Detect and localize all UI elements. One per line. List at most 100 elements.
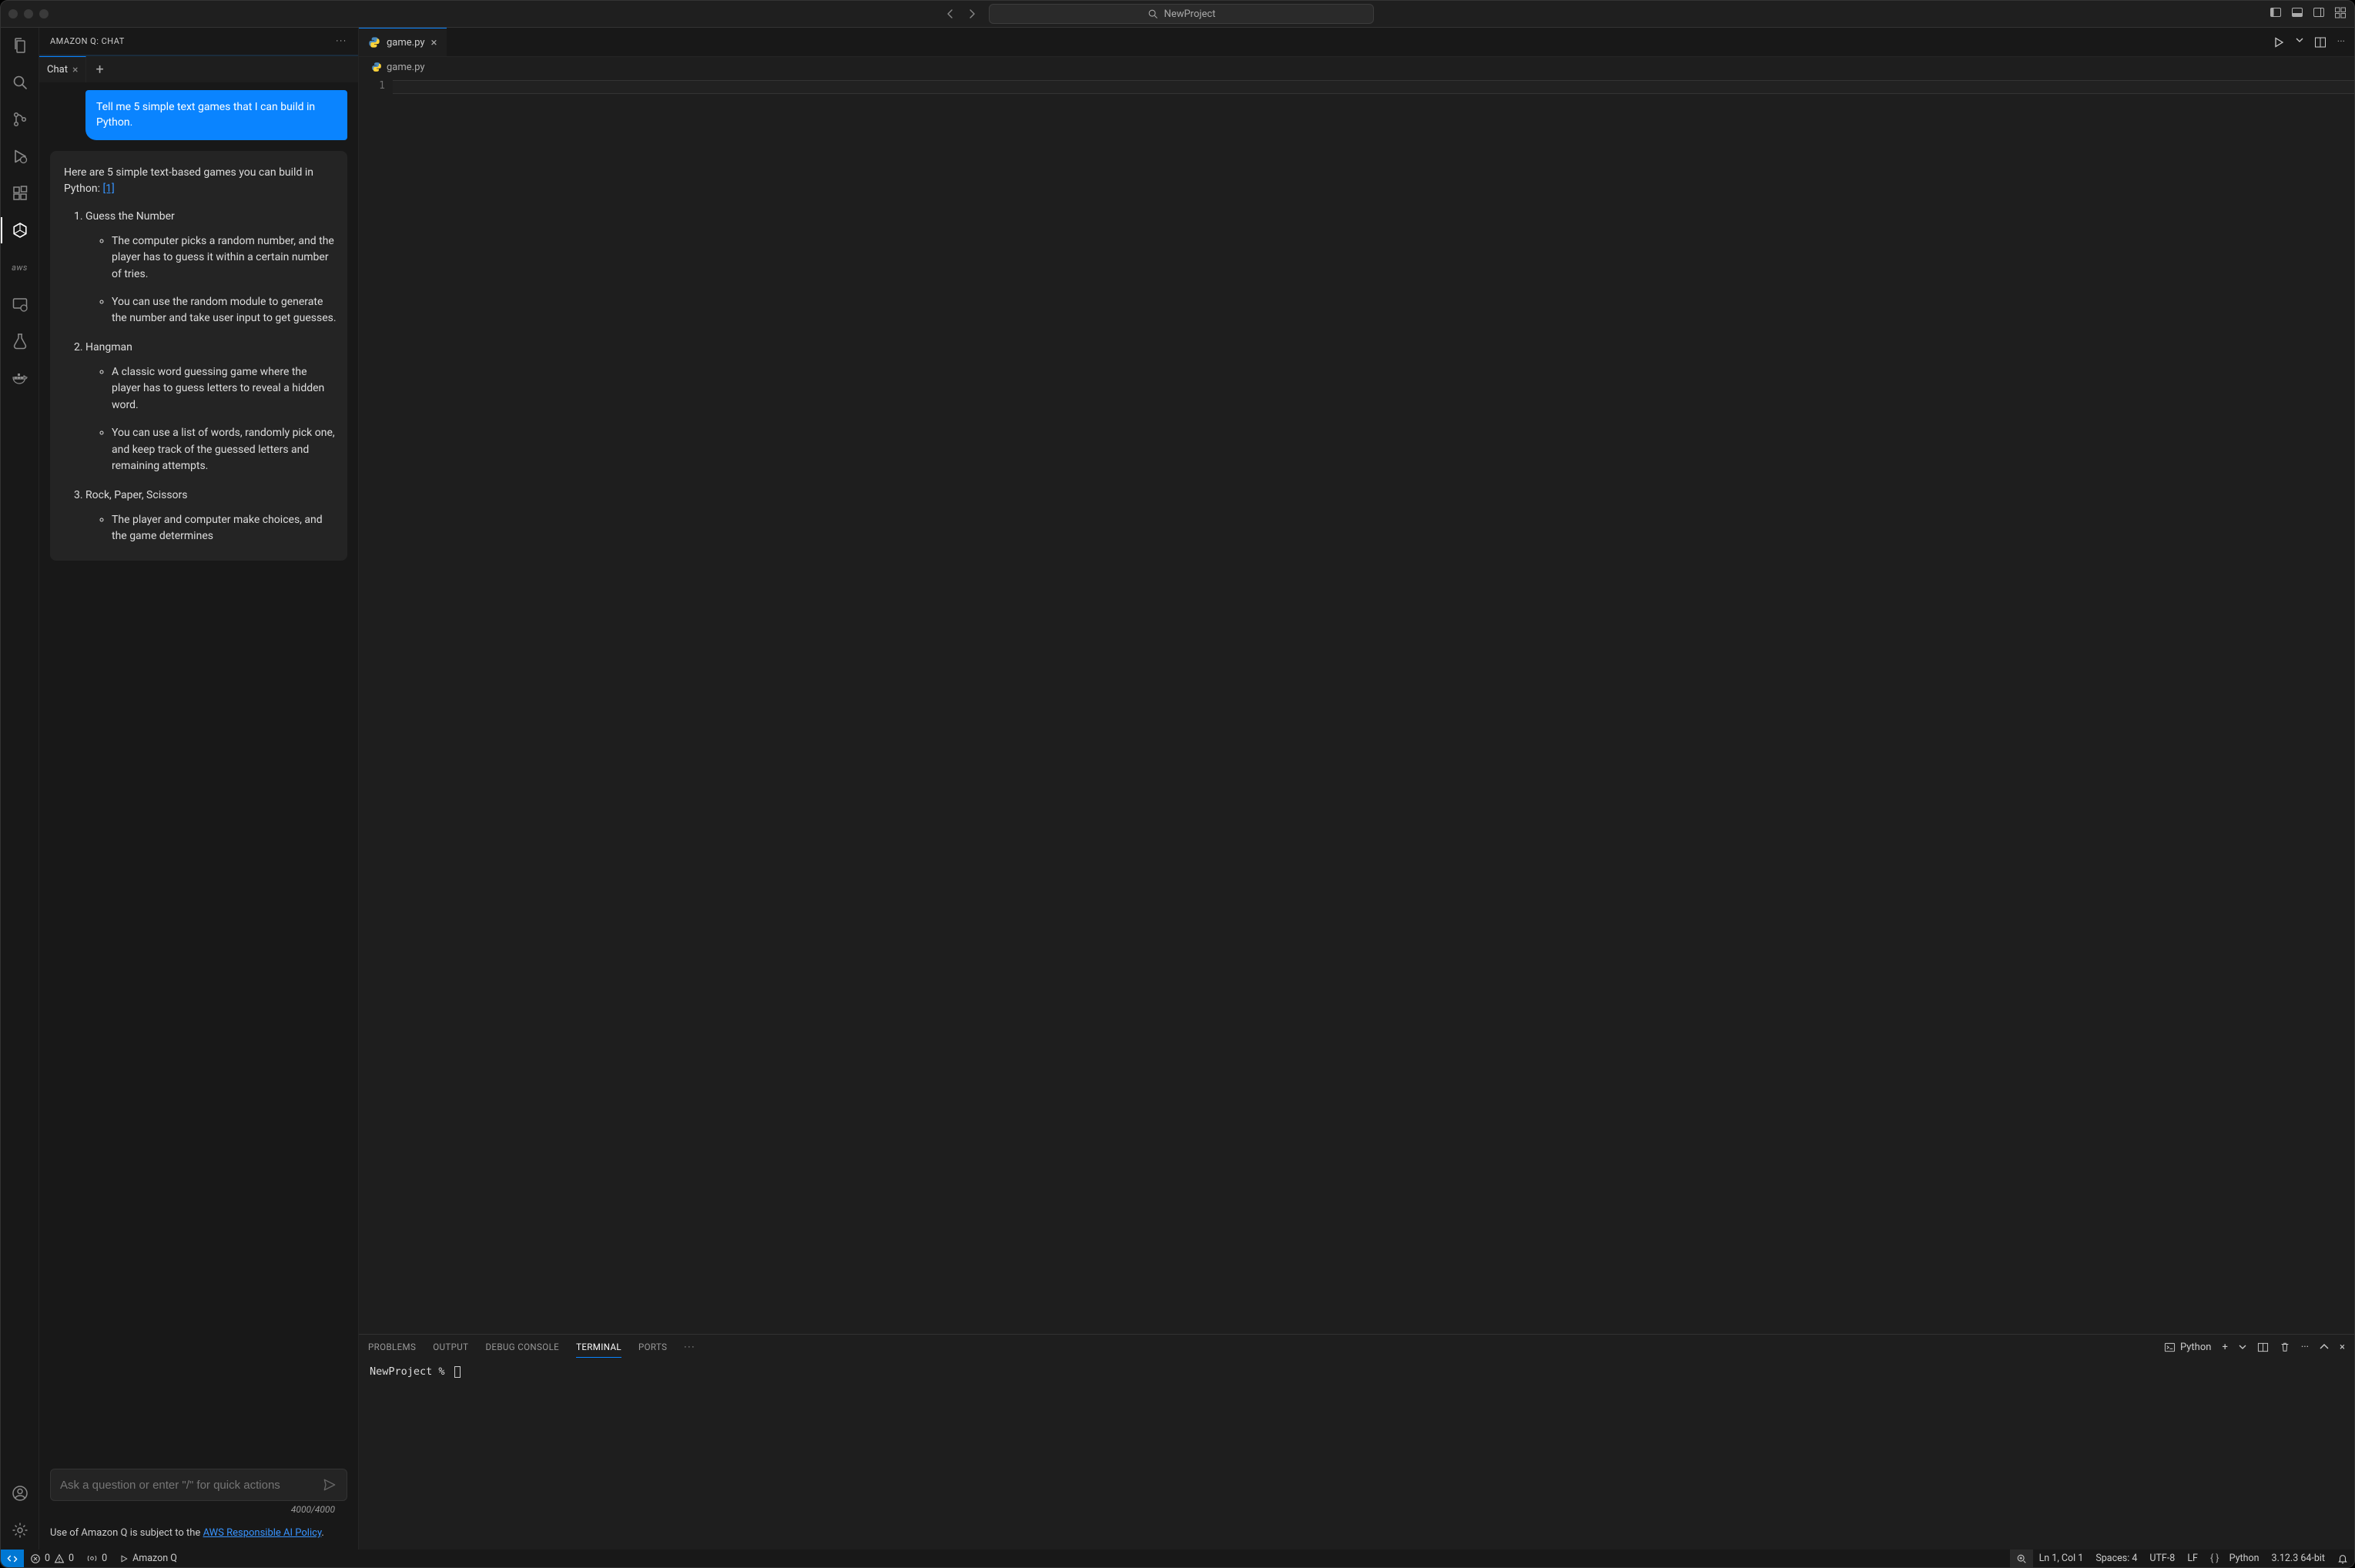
python-file-icon xyxy=(371,62,382,72)
game-name: Guess the Number xyxy=(85,210,175,223)
game-bullet: The player and computer make choices, an… xyxy=(112,512,337,545)
game-name: Rock, Paper, Scissors xyxy=(85,489,188,501)
search-icon xyxy=(1147,8,1158,19)
status-indentation[interactable]: Spaces: 4 xyxy=(2089,1550,2143,1567)
policy-link[interactable]: AWS Responsible AI Policy xyxy=(203,1527,322,1539)
source-control-icon[interactable] xyxy=(10,109,30,129)
game-item-2: Hangman A classic word guessing game whe… xyxy=(85,340,337,475)
activity-bar: aws xyxy=(1,28,39,1550)
editor-more-icon[interactable]: ··· xyxy=(2337,36,2345,49)
close-window-icon[interactable] xyxy=(8,9,18,18)
editor-tab-game-py[interactable]: game.py × xyxy=(359,28,447,56)
tab-output[interactable]: OUTPUT xyxy=(433,1342,468,1352)
chat-input-box[interactable] xyxy=(50,1469,347,1501)
game-bullet: You can use the random module to generat… xyxy=(112,294,337,327)
close-panel-icon[interactable]: × xyxy=(2340,1342,2345,1353)
game-bullet: You can use a list of words, randomly pi… xyxy=(112,425,337,475)
chat-input[interactable] xyxy=(60,1479,322,1492)
window-controls[interactable] xyxy=(8,9,49,18)
amazon-q-panel: AMAZON Q: CHAT ··· Chat × + Tell me 5 si… xyxy=(39,28,359,1550)
close-editor-tab-icon[interactable]: × xyxy=(430,35,437,49)
panel-more-icon[interactable]: ··· xyxy=(684,1342,695,1352)
tab-ports[interactable]: PORTS xyxy=(638,1342,667,1352)
status-bar: 0 0 0 Amazon Q Ln 1, Col 1 Spaces: 4 UTF… xyxy=(0,1550,2355,1568)
terminal-prompt: NewProject % xyxy=(370,1365,451,1378)
breadcrumb[interactable]: game.py xyxy=(359,57,2354,77)
extensions-icon[interactable] xyxy=(10,183,30,203)
new-chat-tab-button[interactable]: + xyxy=(86,62,112,78)
python-file-icon xyxy=(368,36,380,49)
assistant-message: Here are 5 simple text-based games you c… xyxy=(50,151,347,561)
aws-toolkit-icon[interactable]: aws xyxy=(10,257,30,277)
minimize-window-icon[interactable] xyxy=(24,9,33,18)
command-center[interactable]: NewProject xyxy=(989,4,1374,24)
run-file-icon[interactable] xyxy=(2273,36,2285,49)
close-tab-icon[interactable]: × xyxy=(72,64,78,76)
editor-tab-label: game.py xyxy=(387,37,424,49)
game-item-1: Guess the Number The computer picks a ra… xyxy=(85,209,337,327)
status-ports[interactable]: 0 xyxy=(80,1550,113,1567)
status-python-interpreter[interactable]: 3.12.3 64-bit xyxy=(2266,1550,2331,1567)
terminal-shell-selector[interactable]: Python xyxy=(2164,1342,2211,1353)
remote-explorer-icon[interactable] xyxy=(10,294,30,314)
split-editor-icon[interactable] xyxy=(2314,36,2327,49)
editor-group: game.py × ··· game.py 1 PROBLEMS OU xyxy=(359,28,2354,1550)
citation-link[interactable]: [1] xyxy=(102,183,114,195)
command-center-text: NewProject xyxy=(1164,8,1216,20)
status-cursor-position[interactable]: Ln 1, Col 1 xyxy=(2033,1550,2090,1567)
zoom-window-icon[interactable] xyxy=(39,9,49,18)
accounts-icon[interactable] xyxy=(10,1483,30,1503)
bottom-panel: PROBLEMS OUTPUT DEBUG CONSOLE TERMINAL P… xyxy=(359,1334,2354,1550)
run-debug-icon[interactable] xyxy=(10,146,30,166)
tab-problems[interactable]: PROBLEMS xyxy=(368,1342,416,1352)
nav-back-icon[interactable] xyxy=(944,8,956,20)
chat-tab-label: Chat xyxy=(47,64,68,75)
customize-layout-icon[interactable] xyxy=(2334,6,2347,22)
docker-icon[interactable] xyxy=(10,368,30,388)
game-item-3: Rock, Paper, Scissors The player and com… xyxy=(85,487,337,545)
panel-more-icon[interactable]: ··· xyxy=(336,36,347,46)
status-notifications-icon[interactable] xyxy=(2331,1550,2354,1567)
search-activity-icon[interactable] xyxy=(10,72,30,92)
terminal-cursor xyxy=(454,1366,461,1378)
line-number: 1 xyxy=(359,80,385,92)
toggle-panel-icon[interactable] xyxy=(2291,6,2303,22)
send-icon[interactable] xyxy=(322,1477,337,1493)
remote-indicator[interactable] xyxy=(1,1550,24,1567)
maximize-panel-icon[interactable] xyxy=(2320,1342,2329,1352)
status-eol[interactable]: LF xyxy=(2181,1550,2204,1567)
testing-icon[interactable] xyxy=(10,331,30,351)
toggle-secondary-sidebar-icon[interactable] xyxy=(2313,6,2325,22)
status-problems[interactable]: 0 0 xyxy=(24,1550,80,1567)
panel-overflow-icon[interactable]: ··· xyxy=(2301,1342,2309,1353)
char-count: 4000/4000 xyxy=(50,1501,347,1515)
game-bullet: The computer picks a random number, and … xyxy=(112,233,337,283)
game-bullet: A classic word guessing game where the p… xyxy=(112,364,337,414)
tab-debug-console[interactable]: DEBUG CONSOLE xyxy=(485,1342,559,1352)
kill-terminal-icon[interactable] xyxy=(2280,1342,2290,1352)
terminal-body[interactable]: NewProject % xyxy=(359,1359,2354,1550)
split-terminal-icon[interactable] xyxy=(2257,1342,2269,1353)
explorer-icon[interactable] xyxy=(10,35,30,55)
active-line xyxy=(393,80,2354,94)
settings-gear-icon[interactable] xyxy=(10,1520,30,1540)
chat-scroll-area[interactable]: Tell me 5 simple text games that I can b… xyxy=(39,82,358,1461)
status-amazon-q[interactable]: Amazon Q xyxy=(113,1550,183,1567)
new-terminal-icon[interactable]: + xyxy=(2222,1342,2227,1353)
game-name: Hangman xyxy=(85,341,132,353)
assistant-intro: Here are 5 simple text-based games you c… xyxy=(64,166,313,196)
amazon-q-icon[interactable] xyxy=(10,220,30,240)
tab-terminal[interactable]: TERMINAL xyxy=(576,1342,621,1358)
run-dropdown-icon[interactable] xyxy=(2296,36,2303,49)
toggle-primary-sidebar-icon[interactable] xyxy=(2270,6,2282,22)
terminal-dropdown-icon[interactable] xyxy=(2239,1343,2246,1351)
user-message: Tell me 5 simple text games that I can b… xyxy=(85,90,347,140)
status-encoding[interactable]: UTF-8 xyxy=(2143,1550,2181,1567)
nav-forward-icon[interactable] xyxy=(966,8,978,20)
status-language-mode[interactable]: { } Python xyxy=(2204,1550,2266,1567)
breadcrumb-file: game.py xyxy=(387,62,424,73)
policy-notice: Use of Amazon Q is subject to the AWS Re… xyxy=(39,1518,358,1550)
chat-tab[interactable]: Chat × xyxy=(39,56,86,82)
code-editor[interactable]: 1 xyxy=(359,77,2354,1334)
status-zoom[interactable] xyxy=(2010,1550,2033,1567)
